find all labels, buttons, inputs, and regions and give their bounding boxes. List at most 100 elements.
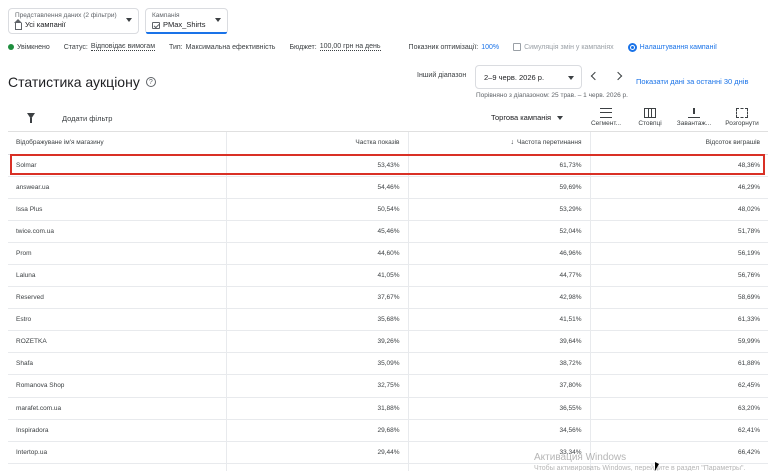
segment-button-label: Сегмент... [590,120,622,127]
budget-value[interactable]: 100,00 грн на день [319,43,381,51]
overlap-rate-cell: 53,29% [407,198,590,221]
store-name-cell: Intertop.ua [8,441,226,464]
table-row[interactable]: answear.ua 54,46% 59,69% 46,29% [8,176,768,199]
columns-button[interactable]: Стовпці [628,108,672,127]
segment-select-value: Торгова кампанія [491,113,552,122]
overlap-rate-cell: 52,04% [407,220,590,243]
campaign-status-bar: Увімкнено Статус: Відповідає вимогам Тип:… [8,40,768,54]
chevron-left-icon [590,71,600,81]
columns-button-label: Стовпці [638,120,662,127]
view-filter-dropdown[interactable]: Представлення даних (2 фільтри) Усі камп… [8,8,139,34]
download-button-label: Завантаж... [676,120,712,127]
sort-down-arrow-icon: ↓ [510,139,514,147]
table-row[interactable]: Romanova Shop 32,75% 37,80% 62,45% [8,374,768,398]
store-name-cell: Estro [8,308,226,332]
home-icon [14,18,22,30]
caret-down-icon [568,76,574,80]
column-header-outranking-share[interactable]: Відсоток виграшів [589,132,768,155]
campaign-dropdown[interactable]: Кампанія PMax_Shirts [145,8,228,34]
table-row[interactable]: ROZETKA 39,26% 39,64% 59,99% [8,330,768,354]
previous-period-button[interactable] [588,70,600,82]
table-row[interactable]: Inspiradora 29,68% 34,56% 62,41% [8,419,768,442]
watermark-title: Активация Windows [534,452,627,463]
store-name-cell: twice.com.ua [8,220,226,243]
campaign-value: PMax_Shirts [163,20,206,29]
watermark-subtitle: Чтобы активировать Windows, перейдите в … [534,465,746,471]
table-row[interactable]: Laluna 41,05% 44,77% 56,76% [8,264,768,288]
overlap-rate-cell: 38,72% [407,352,590,376]
status-value[interactable]: Відповідає вимогам [90,43,156,51]
campaign-settings-button[interactable]: Налаштування кампанії [627,42,717,52]
outranking-share-cell: 56,76% [589,264,768,288]
type-value: Максимальна ефективність [185,43,276,51]
date-range-dropdown[interactable]: 2–9 черв. 2026 р. [475,65,582,89]
store-name-cell: Issa Plus [8,198,226,221]
overlap-rate-cell: 37,80% [407,374,590,398]
table-row[interactable]: Solmar 53,43% 61,73% 48,36% [8,154,768,177]
outranking-share-cell: 59,99% [589,330,768,354]
table-body: Solmar 53,43% 61,73% 48,36% answear.ua 54,46%… [8,154,768,471]
impression-share-cell: 37,67% [225,286,408,310]
outranking-share-cell: 46,29% [589,176,768,199]
impression-share-cell: 32,75% [225,374,408,398]
table-row[interactable]: Reserved 37,67% 42,98% 58,69% [8,286,768,310]
table-row[interactable]: marafet.com.ua 31,88% 36,55% 63,20% [8,397,768,420]
store-name-cell: Inspiradora [8,419,226,442]
impression-share-cell: 39,26% [225,330,408,354]
budget-label: Бюджет: [289,43,317,51]
outranking-share-cell: 61,33% [589,308,768,332]
page-title-row: Статистика аукціону ? [8,74,156,90]
impression-share-cell: 29,68% [225,419,408,442]
expand-button-label: Розгорнути [725,120,759,127]
table-row[interactable]: Estro 35,68% 41,51% 61,33% [8,308,768,332]
gear-icon [627,42,637,52]
filter-icon[interactable] [27,113,35,123]
show-last-30-days-link[interactable]: Показати дані за останні 30 днів [636,77,748,86]
status-label: Статус: [63,43,88,51]
impression-share-cell: 35,09% [225,352,408,376]
impression-share-cell: 31,88% [225,397,408,420]
enabled-status: Увімкнено [17,43,50,51]
column-header-store-name[interactable]: Відображуване ім'я магазину [8,132,226,155]
add-filter-button[interactable]: Додати фільтр [62,114,112,123]
overlap-rate-header-label: Частота перетинання [516,139,582,147]
table-row[interactable]: Issa Plus 50,54% 53,29% 48,02% [8,198,768,221]
type-label: Тип: [169,43,183,51]
download-button[interactable]: Завантаж... [672,108,716,127]
pmax-campaign-icon [152,21,160,29]
caret-down-icon [126,18,132,22]
next-period-button[interactable] [613,70,626,82]
store-name-cell: Reserved [8,286,226,310]
overlap-rate-cell: 36,55% [407,397,590,420]
optscore-value[interactable]: 100% [481,44,499,51]
page-title: Статистика аукціону [8,74,140,90]
view-filter-value: Усі кампанії [25,20,66,29]
impression-share-cell: 35,68% [225,308,408,332]
caret-down-icon [557,115,564,120]
chevron-right-icon [613,71,623,81]
column-header-impression-share[interactable]: Частка показів [225,132,408,155]
segment-icon [600,108,612,118]
outranking-share-cell: 56,19% [589,242,768,265]
campaign-settings-label: Налаштування кампанії [639,43,717,51]
overlap-rate-cell: 42,98% [407,286,590,310]
store-name-cell: Romanova Shop [8,374,226,398]
outranking-share-cell: 48,36% [589,154,768,177]
table-row[interactable]: Shafa 35,09% 38,72% 61,88% [8,352,768,376]
segment-button[interactable]: Сегмент... [584,108,628,127]
impression-share-cell: 54,46% [225,176,408,199]
help-icon[interactable]: ? [145,77,156,87]
expand-button[interactable]: Розгорнути [720,108,764,127]
store-name-cell: Temu [8,463,226,471]
column-header-overlap-rate[interactable]: ↓ Частота перетинання [407,132,590,155]
caret-down-icon [215,18,221,22]
table-row[interactable]: twice.com.ua 45,46% 52,04% 51,78% [8,220,768,243]
outranking-share-cell: 61,88% [589,352,768,376]
optscore-label: Показник оптимізації: [408,43,479,51]
overlap-rate-cell: 41,51% [407,308,590,332]
simulation-button[interactable]: Симуляція змін у кампаніях [513,43,614,51]
columns-icon [644,108,656,118]
outranking-share-cell: 58,69% [589,286,768,310]
segment-select-dropdown[interactable]: Торгова кампанія [491,113,564,122]
table-row[interactable]: Prom 44,60% 46,96% 56,19% [8,242,768,265]
